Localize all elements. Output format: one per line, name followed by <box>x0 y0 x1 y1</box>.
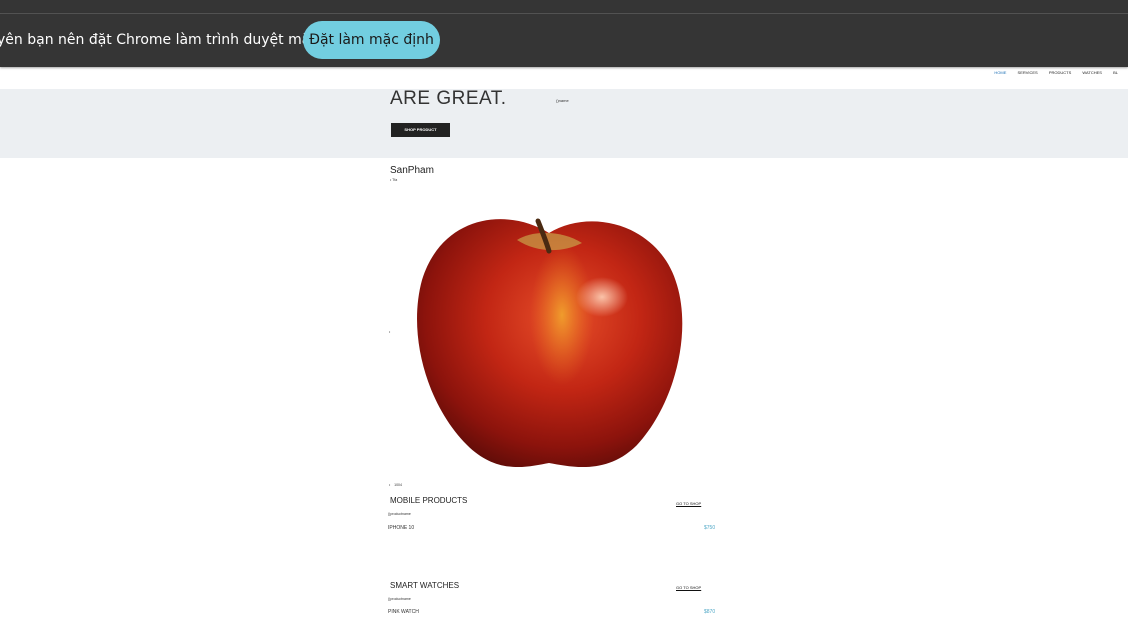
carousel-bullet: • <box>389 330 391 334</box>
hero-title: ARE GREAT. <box>390 88 507 109</box>
product-price: $870 <box>704 609 716 615</box>
product-name[interactable]: IPHONE 10 <box>388 525 414 531</box>
nav-item-home[interactable]: HOME <box>994 70 1006 75</box>
nav-item-services[interactable]: SERVICES <box>1018 70 1038 75</box>
section-title: SanPham <box>390 165 434 176</box>
category-title: SMART WATCHES <box>390 581 460 590</box>
nav-item-blog[interactable]: BL <box>1113 70 1118 75</box>
nav-item-products[interactable]: PRODUCTS <box>1049 70 1071 75</box>
site-nav: HOME SERVICES PRODUCTS WATCHES BL <box>994 70 1128 75</box>
section-bullet-text: • Tfa <box>390 178 398 182</box>
hero-image-broken: ()name <box>556 98 569 103</box>
apple-product-image <box>417 218 683 468</box>
product-price: $750 <box>704 525 716 531</box>
browser-top-strip <box>0 0 1128 14</box>
hero-banner: ARE GREAT. ()name SHOP PRODUCT <box>0 88 1128 158</box>
carousel-footer-text: • 1004 <box>389 483 402 487</box>
go-to-shop-link[interactable]: GO TO SHOP <box>676 501 701 506</box>
infobar-message: yên bạn nên đặt Chrome làm trình duyệt m… <box>0 32 353 48</box>
shop-product-button[interactable]: SHOP PRODUCT <box>391 123 450 137</box>
category-title: MOBILE PRODUCTS <box>390 496 468 505</box>
product-image-broken: ()productname <box>388 512 411 516</box>
nav-item-watches[interactable]: WATCHES <box>1082 70 1102 75</box>
go-to-shop-link[interactable]: GO TO SHOP <box>676 585 701 590</box>
product-image-broken: ()productname <box>388 597 411 601</box>
product-name[interactable]: PINK WATCH <box>388 609 419 615</box>
set-default-button[interactable]: Đặt làm mặc định <box>303 21 440 59</box>
default-browser-infobar: yên bạn nên đặt Chrome làm trình duyệt m… <box>0 14 1128 67</box>
